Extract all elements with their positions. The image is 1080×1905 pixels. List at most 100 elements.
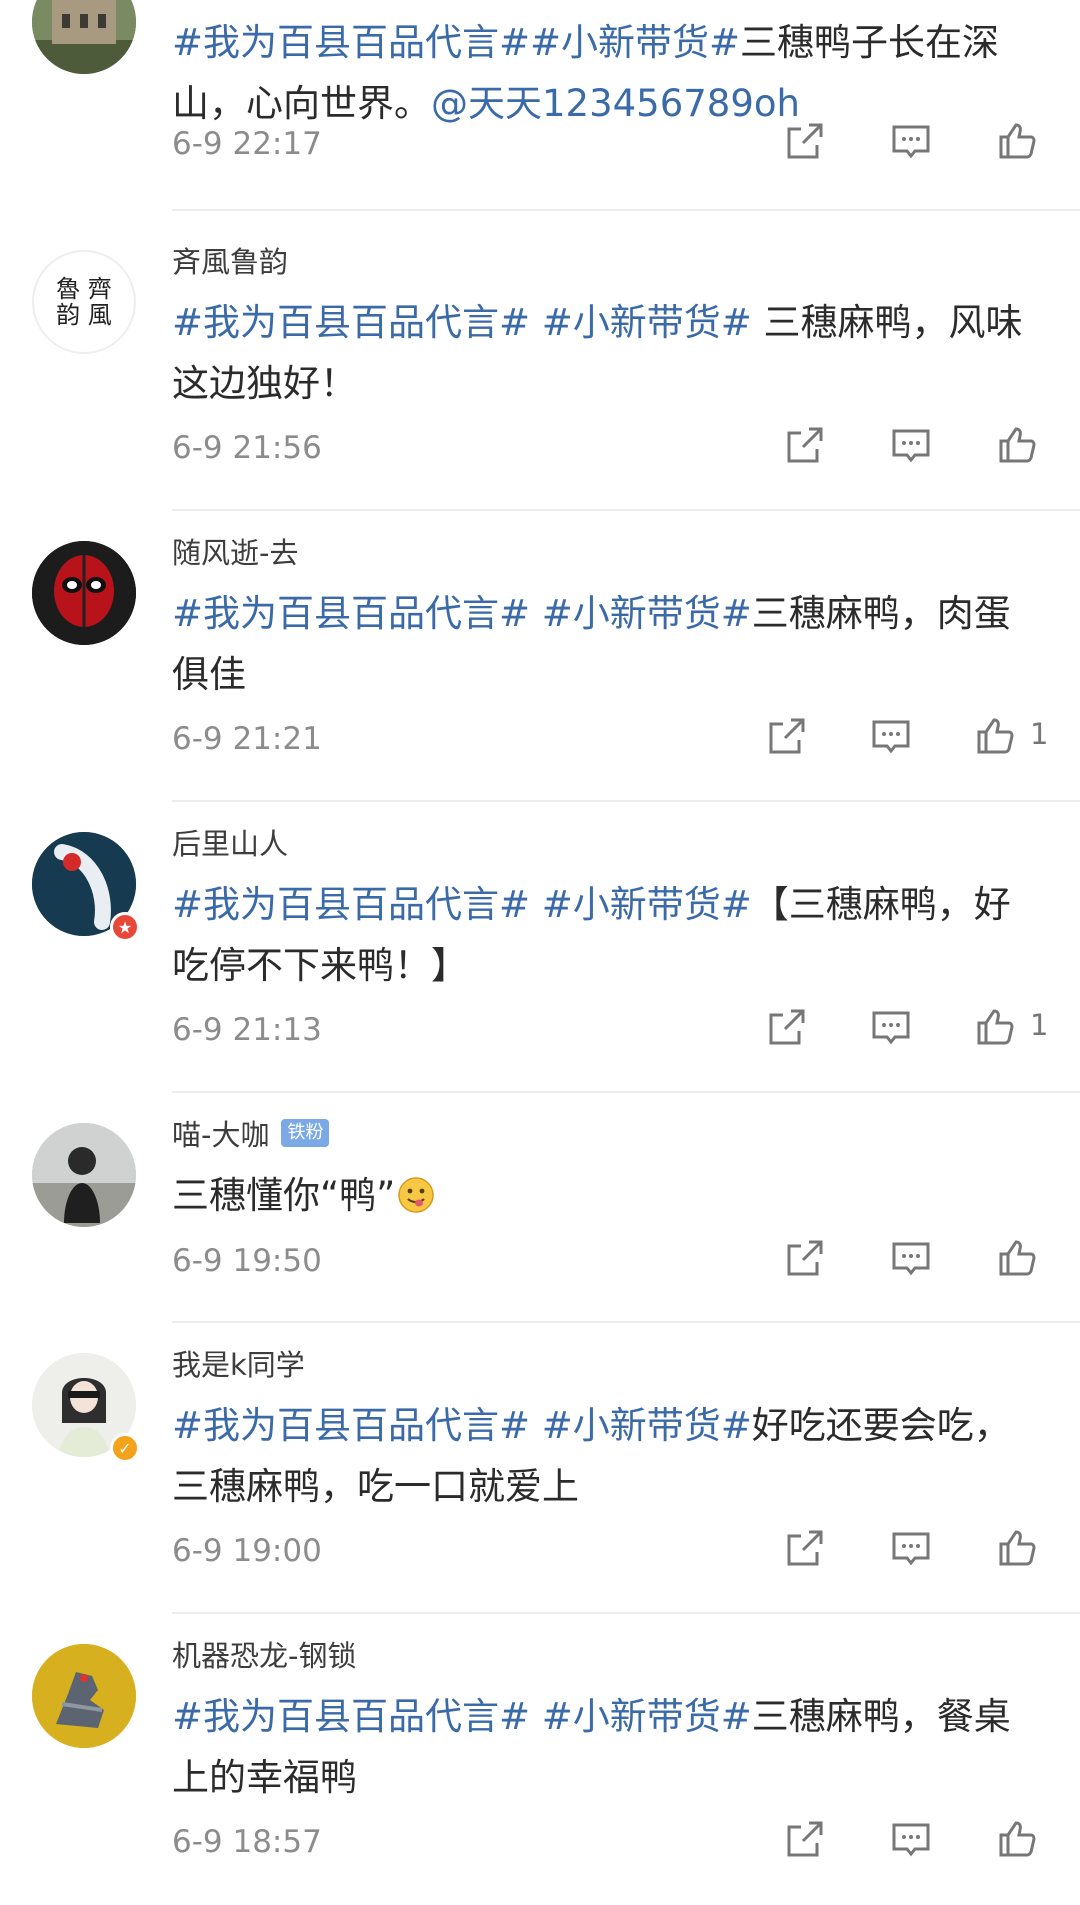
comment-icon — [892, 1532, 930, 1566]
comment-content: #我为百县百品代言# #小新带货#【三穗麻鸭，好吃停不下来鸭！】 — [172, 874, 1042, 996]
thumbs-up-icon — [999, 1240, 1036, 1276]
reply-button[interactable] — [886, 116, 936, 166]
like-button[interactable] — [992, 1523, 1042, 1573]
avatar[interactable] — [32, 0, 136, 74]
comment-item: 机器恐龙-钢锁 #我为百县百品代言# #小新带货#三穗麻鸭，餐桌上的幸福鸭 6-… — [0, 1614, 1080, 1905]
thumbs-up-icon — [977, 718, 1014, 754]
username[interactable]: 斉風鲁韵 — [172, 239, 288, 281]
username-row: 喵-大咖 铁粉 — [172, 1112, 330, 1154]
topic-tag[interactable]: #我为百县百品代言# #小新带货# — [172, 592, 752, 635]
comment-text: 三穗懂你“鸭” — [172, 1174, 396, 1217]
reply-button[interactable] — [886, 1233, 936, 1283]
comment-content: #我为百县百品代言# #小新带货#三穗麻鸭，餐桌上的幸福鸭 — [172, 1686, 1042, 1808]
share-icon — [787, 427, 823, 463]
username-row: 机器恐龙-钢锁 — [172, 1634, 356, 1674]
username[interactable]: 机器恐龙-钢锁 — [172, 1633, 356, 1675]
like-button[interactable] — [992, 116, 1042, 166]
comment-icon — [892, 125, 930, 159]
like-button[interactable] — [992, 420, 1042, 470]
tongue-out-emoji-icon — [397, 1171, 435, 1213]
username[interactable]: 随风逝-去 — [172, 530, 298, 572]
castle-avatar-icon — [32, 0, 136, 74]
reply-button[interactable] — [886, 420, 936, 470]
comment-item: #我为百县百品代言##小新带货#三穗鸭子长在深山，心向世界。@天天1234567… — [0, 0, 1080, 211]
comment-item: ✓ 我是k同学 #我为百县百品代言# #小新带货#好吃还要会吃，三穗麻鸭，吃一口… — [0, 1323, 1080, 1614]
share-button[interactable] — [780, 420, 830, 470]
like-count: 1 — [1030, 717, 1049, 751]
username[interactable]: 喵-大咖 — [172, 1112, 269, 1154]
topic-tag[interactable]: #我为百县百品代言# #小新带货# — [172, 883, 752, 926]
topic-tag[interactable]: #我为百县百品代言# #小新带货# — [172, 301, 752, 344]
like-button[interactable] — [992, 1233, 1042, 1283]
share-button[interactable] — [780, 1814, 830, 1864]
like-count: 1 — [1030, 1008, 1049, 1042]
comment-time: 6-9 21:21 — [172, 721, 322, 757]
share-button[interactable] — [762, 711, 812, 761]
comment-item: 魯 齊 韵 風 斉風鲁韵 #我为百县百品代言# #小新带货# 三穗麻鸭，风味这边… — [0, 220, 1080, 511]
thumbs-up-icon — [977, 1009, 1014, 1045]
comment-content: #我为百县百品代言# #小新带货#三穗麻鸭，肉蛋俱佳 — [172, 583, 1042, 705]
comment-time: 6-9 19:00 — [172, 1533, 322, 1569]
comment-time: 6-9 18:57 — [172, 1824, 322, 1860]
fan-badge: 铁粉 — [281, 1119, 330, 1147]
thumbs-up-icon — [999, 1530, 1036, 1566]
avatar[interactable]: 魯 齊 韵 風 — [32, 250, 136, 354]
avatar-calligraphy: 魯 齊 韵 風 — [56, 275, 112, 329]
reply-button[interactable] — [866, 1002, 916, 1052]
comment-icon — [892, 1823, 930, 1857]
share-icon — [769, 718, 805, 754]
topic-tag[interactable]: #我为百县百品代言# #小新带货# — [172, 1404, 752, 1447]
mention-link[interactable]: @天天123456789oh — [431, 82, 800, 125]
thumbs-up-icon — [999, 427, 1036, 463]
verified-badge-icon: ★ — [110, 912, 140, 942]
share-button[interactable] — [780, 1233, 830, 1283]
avatar[interactable] — [32, 541, 136, 645]
verified-badge-icon: ✓ — [110, 1433, 140, 1463]
comment-time: 6-9 19:50 — [172, 1243, 322, 1279]
username-row: 我是k同学 — [172, 1343, 305, 1383]
comment-time: 6-9 21:56 — [172, 430, 322, 466]
username-row: 随风逝-去 — [172, 531, 298, 571]
username[interactable]: 后里山人 — [172, 821, 288, 863]
like-button[interactable] — [970, 711, 1020, 761]
comment-content: #我为百县百品代言# #小新带货#好吃还要会吃，三穗麻鸭，吃一口就爱上 — [172, 1395, 1042, 1517]
topic-tag[interactable]: #我为百县百品代言# — [172, 21, 530, 64]
share-icon — [787, 1530, 823, 1566]
share-icon — [769, 1009, 805, 1045]
person-avatar-icon — [32, 1123, 136, 1227]
thumbs-up-icon — [999, 123, 1036, 159]
comment-icon — [872, 1011, 910, 1045]
topic-tag[interactable]: #我为百县百品代言# #小新带货# — [172, 1695, 752, 1738]
username-row: 后里山人 — [172, 822, 288, 862]
username-row: 斉風鲁韵 — [172, 240, 288, 280]
comment-item: ★ 后里山人 #我为百县百品代言# #小新带货#【三穗麻鸭，好吃停不下来鸭！】 … — [0, 802, 1080, 1093]
share-button[interactable] — [780, 1523, 830, 1573]
share-icon — [787, 1821, 823, 1857]
share-icon — [787, 1240, 823, 1276]
comment-time: 6-9 22:17 — [172, 126, 322, 162]
share-button[interactable] — [780, 116, 830, 166]
reply-button[interactable] — [886, 1814, 936, 1864]
comment-icon — [892, 429, 930, 463]
like-button[interactable] — [992, 1814, 1042, 1864]
like-button[interactable] — [970, 1002, 1020, 1052]
topic-tag[interactable]: #小新带货# — [530, 21, 740, 64]
reply-button[interactable] — [866, 711, 916, 761]
comment-icon — [872, 720, 910, 754]
avatar[interactable] — [32, 1123, 136, 1227]
share-icon — [787, 123, 823, 159]
comment-content: #我为百县百品代言# #小新带货# 三穗麻鸭，风味这边独好！ — [172, 292, 1042, 414]
thumbs-up-icon — [999, 1821, 1036, 1857]
comment-time: 6-9 21:13 — [172, 1012, 322, 1048]
username[interactable]: 我是k同学 — [172, 1342, 305, 1384]
comment-icon — [892, 1242, 930, 1276]
robot-dinosaur-avatar-icon — [32, 1644, 136, 1748]
comment-list: #我为百县百品代言##小新带货#三穗鸭子长在深山，心向世界。@天天1234567… — [0, 0, 1080, 1900]
masked-hero-avatar-icon — [32, 541, 136, 645]
reply-button[interactable] — [886, 1523, 936, 1573]
avatar[interactable] — [32, 1644, 136, 1748]
comment-content: 三穗懂你“鸭” — [172, 1165, 1042, 1226]
share-button[interactable] — [762, 1002, 812, 1052]
comment-item: 喵-大咖 铁粉 三穗懂你“鸭” 6-9 19:50 — [0, 1093, 1080, 1323]
comment-item: 随风逝-去 #我为百县百品代言# #小新带货#三穗麻鸭，肉蛋俱佳 6-9 21:… — [0, 511, 1080, 802]
